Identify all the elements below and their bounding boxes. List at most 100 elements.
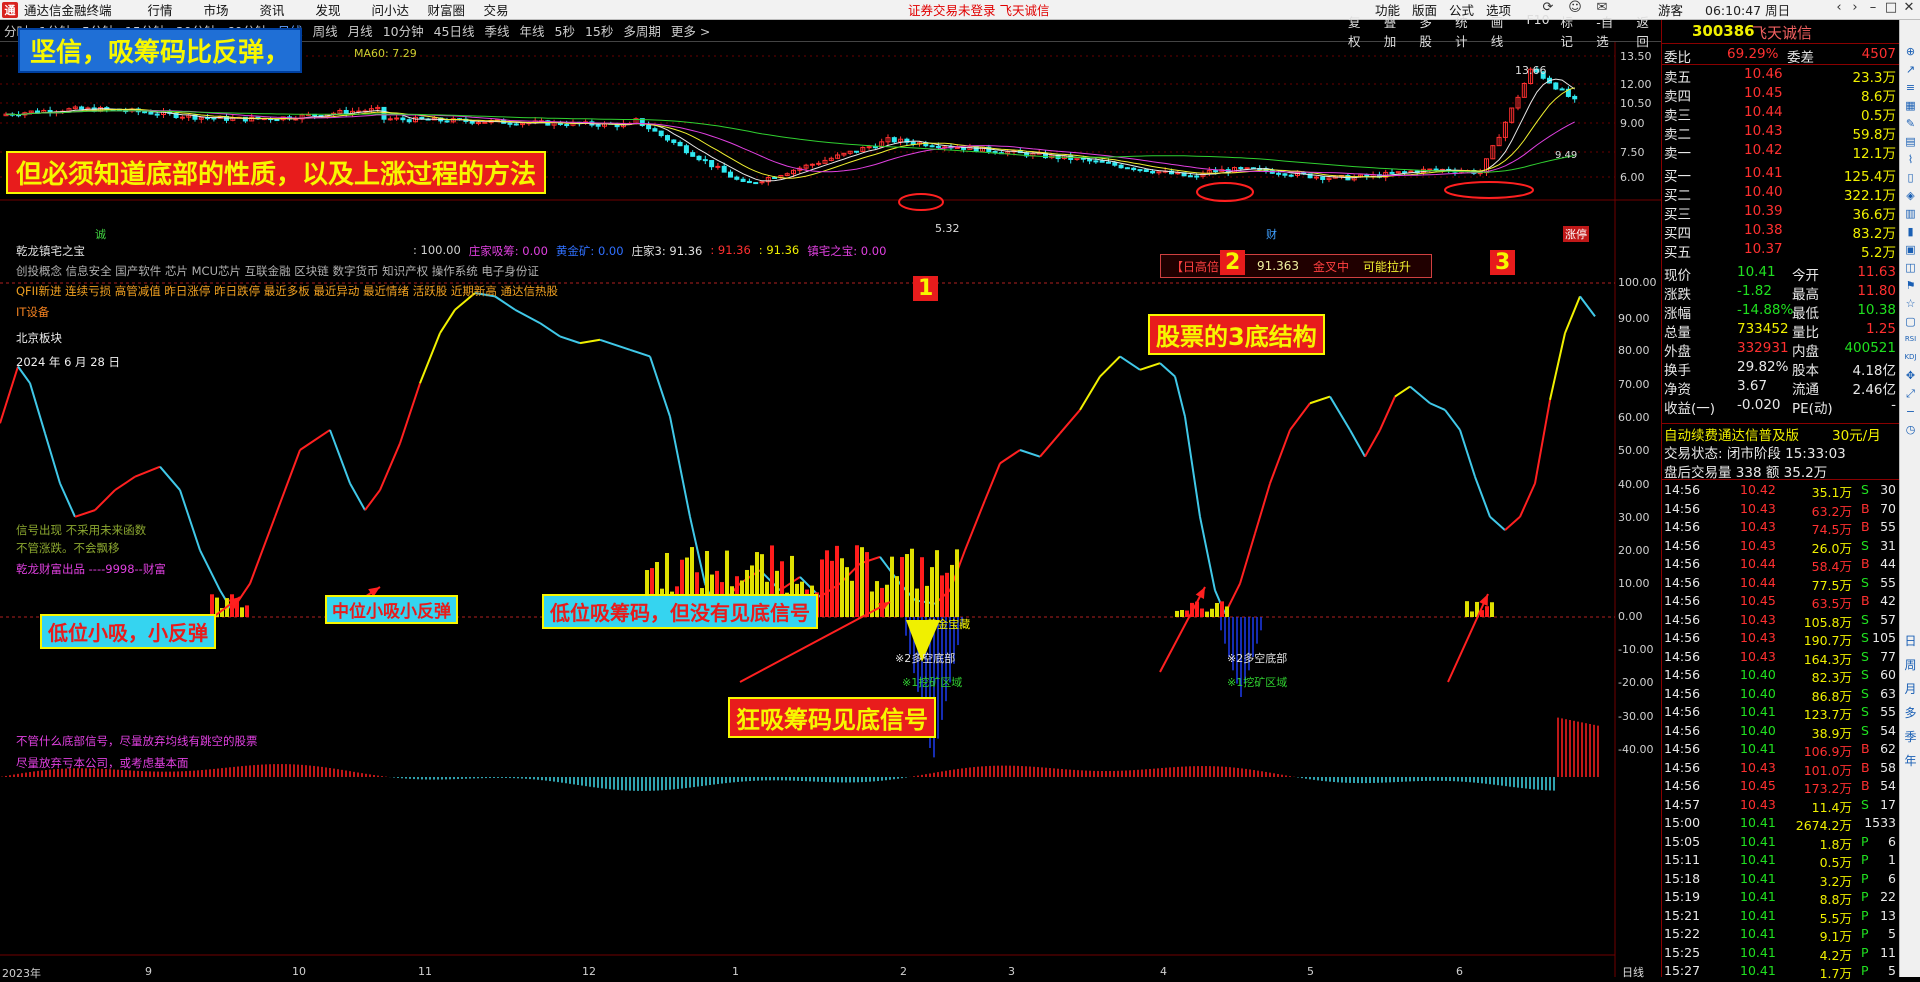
promo-price[interactable]: 30元/月 xyxy=(1832,424,1881,444)
sidebar-label-duo[interactable]: 多 xyxy=(1903,706,1918,721)
tick-row[interactable]: 14:56 10.40 82.3万 S 60 xyxy=(1662,667,1900,686)
window-icon[interactable]: ▢ xyxy=(1903,314,1918,329)
sidebar-label-yue[interactable]: 月 xyxy=(1903,682,1918,697)
menu-item-shichang[interactable]: 市场 xyxy=(204,0,260,19)
sidebar-label-zhou[interactable]: 周 xyxy=(1903,658,1918,673)
bid-level-row[interactable]: 买三 10.39 36.6万 xyxy=(1662,203,1900,223)
bid-level-row[interactable]: 买一 10.41 125.4万 xyxy=(1662,165,1900,185)
period-tab-9[interactable]: 10分钟 xyxy=(383,21,424,40)
kdj-icon[interactable]: KDJ xyxy=(1903,350,1918,365)
period-tab-16[interactable]: 更多 > xyxy=(671,21,710,40)
tick-row[interactable]: 15:11 10.41 0.5万 P 1 xyxy=(1662,852,1900,871)
ask-level-row[interactable]: 卖二 10.43 59.8万 xyxy=(1662,123,1900,143)
cube-icon[interactable]: ◈ xyxy=(1903,188,1918,203)
period-tab-8[interactable]: 月线 xyxy=(348,21,373,40)
doc-icon[interactable]: ▯ xyxy=(1903,170,1918,185)
ask-level-row[interactable]: 卖一 10.42 12.1万 xyxy=(1662,142,1900,162)
tick-row[interactable]: 14:56 10.45 173.2万 B 54 xyxy=(1662,778,1900,797)
star-icon[interactable]: ☆ xyxy=(1903,296,1918,311)
sidebar-label-ri[interactable]: 日 xyxy=(1903,634,1918,649)
tick-row[interactable]: 14:56 10.43 26.0万 S 31 xyxy=(1662,538,1900,557)
tick-row[interactable]: 15:22 10.41 9.1万 P 5 xyxy=(1662,926,1900,945)
tick-row[interactable]: 14:56 10.43 190.7万 S 105 xyxy=(1662,630,1900,649)
indicator-param-0: : 100.00 xyxy=(413,243,461,257)
tick-row[interactable]: 14:56 10.45 63.5万 B 42 xyxy=(1662,593,1900,612)
tick-row[interactable]: 14:56 10.44 58.4万 B 44 xyxy=(1662,556,1900,575)
tick-row[interactable]: 14:56 10.43 63.2万 B 70 xyxy=(1662,501,1900,520)
tick-price: 10.41 xyxy=(1740,815,1776,830)
tick-row[interactable]: 14:56 10.41 106.9万 B 62 xyxy=(1662,741,1900,760)
menu-item-wenxiaoda[interactable]: 问小达 xyxy=(372,0,428,19)
clock-icon[interactable]: ◷ xyxy=(1903,422,1918,437)
accumulation-bar xyxy=(845,567,849,617)
note-mining-1: ※1挖矿区域 xyxy=(902,676,963,689)
sidebar-label-ji[interactable]: 季 xyxy=(1903,730,1918,745)
close-icon[interactable]: ✕ xyxy=(1896,0,1920,20)
bid-level-row[interactable]: 买二 10.40 322.1万 xyxy=(1662,184,1900,204)
tick-price: 10.41 xyxy=(1740,907,1776,923)
pin-icon[interactable]: ⊕ xyxy=(1903,44,1918,59)
tick-row[interactable]: 14:56 10.42 35.1万 S 30 xyxy=(1662,482,1900,501)
minus-icon[interactable]: − xyxy=(1903,404,1918,419)
tick-row[interactable]: 14:56 10.44 77.5万 S 55 xyxy=(1662,575,1900,594)
tick-row[interactable]: 14:56 10.43 105.8万 S 57 xyxy=(1662,612,1900,631)
flag-icon[interactable]: ⚑ xyxy=(1903,278,1918,293)
arrow-icon[interactable]: ↗ xyxy=(1903,62,1918,77)
tick-row[interactable]: 14:56 10.43 164.3万 S 77 xyxy=(1662,649,1900,668)
panel-icon[interactable]: ▥ xyxy=(1903,206,1918,221)
period-tab-14[interactable]: 15秒 xyxy=(585,21,613,40)
tick-row[interactable]: 14:56 10.43 101.0万 B 58 xyxy=(1662,760,1900,779)
tick-row[interactable]: 15:19 10.41 8.8万 P 22 xyxy=(1662,889,1900,908)
bars-icon[interactable]: ▮ xyxy=(1903,224,1918,239)
ask-level-row[interactable]: 卖四 10.45 8.6万 xyxy=(1662,85,1900,105)
promo-text[interactable]: 自动续费通达信普及版 xyxy=(1664,424,1799,444)
grid-icon[interactable]: ▦ xyxy=(1903,98,1918,113)
period-tab-12[interactable]: 年线 xyxy=(520,21,545,40)
bid-level-row[interactable]: 买四 10.38 83.2万 xyxy=(1662,222,1900,242)
tick-row[interactable]: 14:56 10.41 123.7万 S 55 xyxy=(1662,704,1900,723)
expand-icon[interactable]: ⤢ xyxy=(1903,386,1918,401)
chart-area[interactable]: MA60: 7.29 13.66 5.32 9.49 诚 财 涨停 13.50 1… xyxy=(0,28,1661,980)
menu-item-zixun[interactable]: 资讯 xyxy=(260,0,316,19)
menu-item-jiaoyi[interactable]: 交易 xyxy=(484,0,540,19)
tick-row[interactable]: 14:56 10.40 86.8万 S 63 xyxy=(1662,686,1900,705)
indicator-name[interactable]: 乾龙镇宅之宝 xyxy=(16,243,85,259)
after-hours: 盘后交易量 338 额 35.2万 xyxy=(1664,465,1828,481)
period-tab-10[interactable]: 45日线 xyxy=(434,21,475,40)
bid-level-row[interactable]: 买五 10.37 5.2万 xyxy=(1662,241,1900,261)
tick-row[interactable]: 14:56 10.40 38.9万 S 54 xyxy=(1662,723,1900,742)
tick-row[interactable]: 15:27 10.41 1.7万 P 5 xyxy=(1662,963,1900,982)
stat-cell: 1.25 xyxy=(1865,321,1896,337)
tick-row[interactable]: 15:18 10.41 3.2万 P 6 xyxy=(1662,871,1900,890)
period-tab-15[interactable]: 多周期 xyxy=(623,21,661,40)
table-icon[interactable]: ▤ xyxy=(1903,134,1918,149)
ask-level-row[interactable]: 卖三 10.44 0.5万 xyxy=(1662,104,1900,124)
tick-row[interactable]: 14:57 10.43 11.4万 S 17 xyxy=(1662,797,1900,816)
candlestick xyxy=(482,121,488,124)
period-tab-11[interactable]: 季线 xyxy=(485,21,510,40)
box-icon[interactable]: ▣ xyxy=(1903,242,1918,257)
candlestick xyxy=(1143,169,1149,173)
period-tab-13[interactable]: 5秒 xyxy=(555,21,575,40)
sidebar-label-nian[interactable]: 年 xyxy=(1903,754,1918,769)
list-icon[interactable]: ≡ xyxy=(1903,80,1918,95)
menu-item-faxian[interactable]: 发现 xyxy=(316,0,372,19)
move-icon[interactable]: ✥ xyxy=(1903,368,1918,383)
login-warning[interactable]: 证券交易未登录 飞天诚信 xyxy=(908,0,1049,19)
tick-row[interactable]: 14:56 10.43 74.5万 B 55 xyxy=(1662,519,1900,538)
tick-row[interactable]: 15:00 10.41 2674.2万 1533 xyxy=(1662,815,1900,834)
layers-icon[interactable]: ◫ xyxy=(1903,260,1918,275)
tick-row[interactable]: 15:25 10.41 4.2万 P 11 xyxy=(1662,945,1900,964)
menu-item-caifuquan[interactable]: 财富圈 xyxy=(428,0,484,19)
tick-row[interactable]: 15:21 10.41 5.5万 P 13 xyxy=(1662,908,1900,927)
ask-level-row[interactable]: 卖五 10.46 23.3万 xyxy=(1662,66,1900,86)
guest-label[interactable]: 游客 xyxy=(1658,0,1683,19)
chart-icon[interactable]: ⌇ xyxy=(1903,152,1918,167)
period-tab-7[interactable]: 周线 xyxy=(313,21,338,40)
menu-item-hangqing[interactable]: 行情 xyxy=(148,0,204,19)
tick-row[interactable]: 15:05 10.41 1.8万 P 6 xyxy=(1662,834,1900,853)
draw-icon[interactable]: ✎ xyxy=(1903,116,1918,131)
promo-row[interactable]: 自动续费通达信普及版 30元/月 xyxy=(1662,423,1900,444)
oscillator-segment xyxy=(1444,409,1461,431)
rsi-icon[interactable]: RSI xyxy=(1903,332,1918,347)
